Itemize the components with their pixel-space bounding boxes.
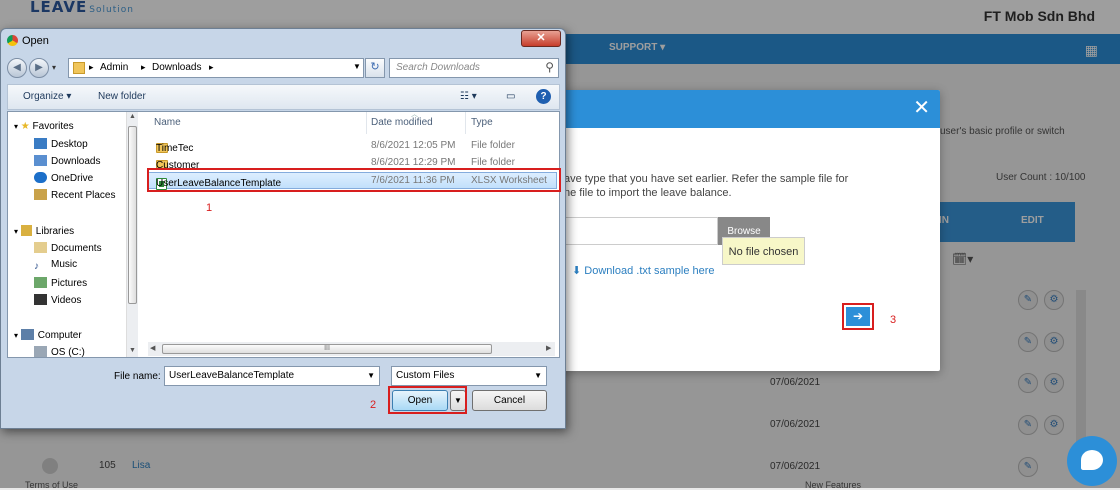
computer-icon [20,329,34,340]
step-2-label: 2 [370,399,377,411]
dialog-body: ▾ ★ Favorites Desktop Downloads OneDrive… [7,111,560,358]
dialog-toolbar: Organize ▾ New folder ☷ ▾ ▭ ? [7,84,560,110]
chrome-icon [7,35,18,46]
favorites-group[interactable]: ▾ ★ Favorites [14,121,74,132]
recent-dropdown-icon[interactable]: ▾ [52,63,56,72]
step-3-label: 3 [890,314,897,326]
modal-header: ✕ [560,90,940,128]
documents-icon [34,242,47,253]
back-arrow-icon[interactable]: ◀ [7,58,27,78]
file-type-dropdown-icon[interactable]: ▼ [534,371,542,380]
file-type-select[interactable]: Custom Files ▼ [391,366,547,386]
preview-pane-icon[interactable]: ▭ [506,91,515,102]
downloads-icon [34,155,47,166]
nav-vertical-scrollbar[interactable]: ▲ ▼ [126,112,138,357]
import-modal: ✕ ave type that you have set earlier. Re… [560,90,940,371]
scroll-down-icon[interactable]: ▼ [129,347,136,354]
sidebar-item-onedrive[interactable]: OneDrive [34,172,93,184]
sidebar-item-music[interactable]: ♪ Music [34,259,77,272]
search-input[interactable]: Search Downloads [396,62,480,73]
file-horizontal-scrollbar[interactable]: ◀ III ▶ [148,342,555,356]
file-name-label: File name: [114,371,161,382]
nav-scroll-thumb[interactable] [128,126,137,304]
sidebar-item-pictures[interactable]: Pictures [34,277,87,289]
sidebar-item-recent[interactable]: Recent Places [34,189,115,201]
file-name-dropdown-icon[interactable]: ▼ [367,371,375,380]
column-divider[interactable] [366,112,367,134]
folder-icon [73,62,85,74]
column-divider[interactable] [465,112,466,134]
column-type[interactable]: Type [471,117,493,128]
new-folder-button[interactable]: New folder [98,91,146,102]
arrow-right-icon: ➔ [846,307,870,326]
column-name[interactable]: Name [154,117,181,128]
sort-indicator-icon: ︿ [411,111,418,118]
sidebar-item-videos[interactable]: Videos [34,294,81,306]
address-dropdown-icon[interactable]: ▼ [353,62,361,71]
refresh-icon[interactable]: ↻ [365,58,385,78]
search-icon: ⚲ [545,60,554,74]
column-date-modified[interactable]: Date modified [371,117,433,128]
breadcrumb-admin[interactable]: Admin [100,62,128,73]
modal-description: ave type that you have set earlier. Refe… [564,173,849,199]
sidebar-item-documents[interactable]: Documents [34,242,102,254]
dialog-close-button[interactable]: ✕ [521,30,561,47]
libraries-group[interactable]: ▾ Libraries [14,225,74,237]
file-row-timetec[interactable]: TimeTec 8/6/2021 12:05 PM File folder [148,137,557,154]
drive-icon [34,346,47,357]
view-options-icon[interactable]: ☷ ▾ [460,91,477,102]
videos-icon [34,294,47,305]
pictures-icon [34,277,47,288]
star-icon: ★ [20,121,30,132]
organize-button[interactable]: Organize ▾ [23,91,71,102]
computer-group[interactable]: ▾ Computer [14,329,82,341]
scroll-up-icon[interactable]: ▲ [129,113,136,120]
onedrive-icon [34,172,47,183]
highlight-file-selection [147,168,561,192]
address-bar[interactable]: ▸ Admin ▸ Downloads ▸ ▼ [68,58,364,78]
recent-places-icon [34,189,47,200]
breadcrumb-downloads[interactable]: Downloads [152,62,201,73]
forward-arrow-icon[interactable]: ▶ [29,58,49,78]
sidebar-item-drive-c[interactable]: OS (C:) [34,346,85,358]
libraries-icon [20,225,32,236]
next-button[interactable]: ➔ [842,303,874,330]
file-name-input[interactable]: UserLeaveBalanceTemplate ▼ [164,366,380,386]
sidebar-item-desktop[interactable]: Desktop [34,138,88,150]
dialog-title: Open [7,35,49,47]
chat-bubble-icon[interactable] [1067,436,1117,486]
sidebar-item-downloads[interactable]: Downloads [34,155,100,167]
file-tooltip: No file chosen [722,237,805,265]
highlight-open-button [388,386,467,414]
dialog-nav-row: ◀ ▶ ▾ ▸ Admin ▸ Downloads ▸ ▼ ↻ Search D… [7,57,560,81]
help-icon[interactable]: ? [536,89,551,104]
desktop-icon [34,138,47,149]
scroll-right-icon[interactable]: ▶ [546,344,551,352]
navigation-pane: ▾ ★ Favorites Desktop Downloads OneDrive… [8,112,138,358]
file-path-input[interactable] [560,217,718,245]
file-scroll-thumb[interactable]: III [162,344,492,354]
music-icon: ♪ [34,261,39,272]
open-file-dialog: Open ✕ ◀ ▶ ▾ ▸ Admin ▸ Downloads ▸ ▼ ↻ S… [0,28,566,429]
close-icon[interactable]: ✕ [913,98,930,118]
download-sample-link[interactable]: ⬇ Download .txt sample here [572,264,715,277]
search-box[interactable]: Search Downloads ⚲ [389,58,559,78]
cancel-button[interactable]: Cancel [472,390,547,411]
scroll-left-icon[interactable]: ◀ [150,344,155,352]
step-1-label: 1 [206,202,213,214]
download-icon: ⬇ [572,265,582,277]
